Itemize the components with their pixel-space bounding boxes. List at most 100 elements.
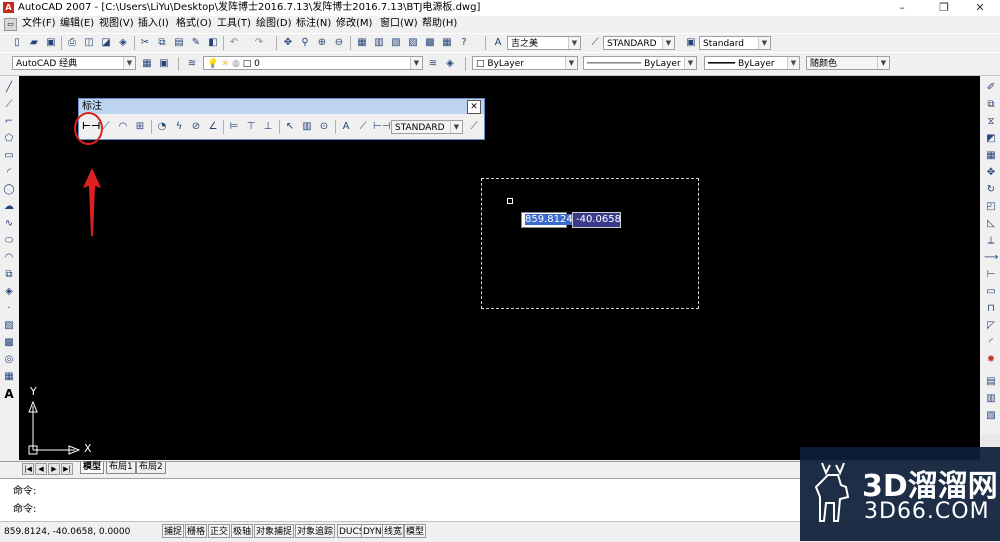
dimension-style-select[interactable]: STANDARD ▼ (391, 120, 463, 134)
polygon-icon[interactable]: ⬠ (2, 132, 16, 146)
menu-window[interactable]: 窗口(W) (380, 17, 418, 31)
save-icon[interactable]: ▣ (44, 36, 58, 50)
first-tab-button[interactable]: |◀ (22, 463, 34, 475)
rectangle-icon[interactable]: ▭ (2, 149, 16, 163)
layer-combo[interactable]: 💡 ☼ ◍ □ 0 ▼ (203, 56, 423, 70)
ordinate-icon[interactable]: ⊞ (133, 120, 147, 134)
tab-layout1[interactable]: 布局1 (106, 462, 136, 474)
arc-icon[interactable]: ◜ (2, 166, 16, 180)
join-icon[interactable]: ⊓ (984, 302, 998, 316)
region-icon[interactable]: ◎ (2, 353, 16, 367)
dimension-edit-icon[interactable]: A (339, 120, 353, 134)
workspace-combo[interactable]: AutoCAD 经典 ▼ (12, 56, 136, 70)
new-icon[interactable]: ▯ (10, 36, 24, 50)
preview-icon[interactable]: ◫ (82, 36, 96, 50)
center-mark-icon[interactable]: ⊙ (317, 120, 331, 134)
coordinate-display[interactable]: 859.8124, -40.0658, 0.0000 (4, 525, 130, 539)
dimension-toolbar-close-button[interactable]: ✕ (467, 100, 481, 114)
continue-icon[interactable]: ⊥ (261, 120, 275, 134)
lineweight-button[interactable]: 线宽 (382, 524, 405, 538)
dimension-text-edit-icon[interactable]: ⟋ (356, 120, 370, 134)
publish-icon[interactable]: ◪ (99, 36, 113, 50)
tool-palettes-icon[interactable]: ▧ (389, 36, 403, 50)
sheet-set-icon[interactable]: ▨ (406, 36, 420, 50)
open-icon[interactable]: ▰ (27, 36, 41, 50)
circle-icon[interactable]: ◯ (2, 183, 16, 197)
polyline-icon[interactable]: ⌐ (2, 115, 16, 129)
make-block-icon[interactable]: ◈ (2, 285, 16, 299)
point-icon[interactable]: · (2, 302, 16, 316)
menu-file[interactable]: 文件(F) (22, 17, 56, 31)
plotstyle-combo[interactable]: 随颜色 ▼ (806, 56, 890, 70)
properties-icon[interactable]: ▦ (355, 36, 369, 50)
dimension-toolbar-header[interactable]: 标注 ✕ (79, 99, 484, 114)
dimension-update-icon[interactable]: ⊢⊣ (373, 120, 390, 134)
menu-tools[interactable]: 工具(T) (217, 17, 251, 31)
baseline-icon[interactable]: ⊤ (244, 120, 258, 134)
workspace-settings-icon[interactable]: ▦ (140, 57, 154, 71)
design-center-icon[interactable]: ▥ (372, 36, 386, 50)
dyn-button[interactable]: DYN (361, 524, 384, 538)
draw-order-icon[interactable]: ▤ (984, 375, 998, 389)
osnap-button[interactable]: 对象捕捉 (254, 524, 295, 538)
polar-button[interactable]: 极轴 (231, 524, 254, 538)
break-at-point-icon[interactable]: ⊢ (984, 268, 998, 282)
menu-view[interactable]: 视图(V) (99, 17, 134, 31)
model-button[interactable]: 模型 (404, 524, 427, 538)
arc-length-icon[interactable]: ◠ (116, 120, 130, 134)
text-style-icon[interactable]: A (491, 36, 505, 50)
menu-insert[interactable]: 插入(I) (138, 17, 169, 31)
redo-icon[interactable]: ↷ (252, 36, 266, 50)
menu-draw[interactable]: 绘图(D) (256, 17, 292, 31)
dynamic-input-x[interactable]: 859.8124 (521, 212, 573, 228)
linetype-combo[interactable]: ────────── ByLayer ▼ (583, 56, 697, 70)
3d-dwf-icon[interactable]: ◈ (116, 36, 130, 50)
table-icon[interactable]: ▦ (2, 370, 16, 384)
explode-icon[interactable]: ✸ (984, 353, 998, 367)
markup-icon[interactable]: ▩ (423, 36, 437, 50)
calculator-icon[interactable]: ▦ (440, 36, 454, 50)
lineweight-combo[interactable]: ━━━━━ ByLayer ▼ (704, 56, 800, 70)
otrack-button[interactable]: 对象追踪 (295, 524, 336, 538)
menu-edit[interactable]: 编辑(E) (60, 17, 94, 31)
block-editor-icon[interactable]: ◧ (206, 36, 220, 50)
scale-icon[interactable]: ◰ (984, 200, 998, 214)
workspace-save-icon[interactable]: ▣ (157, 57, 171, 71)
help-icon[interactable]: ? (457, 36, 471, 50)
tolerance-icon[interactable]: ▥ (300, 120, 314, 134)
menu-help[interactable]: 帮助(H) (422, 17, 457, 31)
menu-format[interactable]: 格式(O) (176, 17, 212, 31)
diameter-icon[interactable]: ⊘ (189, 120, 203, 134)
command-prompt-line[interactable]: 命令: (13, 503, 36, 516)
table-style-combo[interactable]: Standard ▼ (699, 36, 771, 50)
quick-dimension-icon[interactable]: ⊨ (227, 120, 241, 134)
revision-cloud-icon[interactable]: ☁ (2, 200, 16, 214)
quick-leader-icon[interactable]: ↖ (283, 120, 297, 134)
draw-order-back-icon[interactable]: ▧ (984, 409, 998, 423)
text-font-combo[interactable]: 吉之美 ▼ (507, 36, 581, 50)
color-combo[interactable]: □ ByLayer ▼ (472, 56, 578, 70)
spline-icon[interactable]: ∿ (2, 217, 16, 231)
table-style-icon[interactable]: ▣ (684, 36, 698, 50)
angular-icon[interactable]: ∠ (206, 120, 220, 134)
make-layer-current-icon[interactable]: ≋ (426, 57, 440, 71)
mirror-icon[interactable]: ⧖ (984, 115, 998, 129)
zoom-previous-icon[interactable]: ⊖ (332, 36, 346, 50)
draw-order-front-icon[interactable]: ▥ (984, 392, 998, 406)
grid-button[interactable]: 栅格 (185, 524, 208, 538)
copy-icon[interactable]: ⧉ (155, 36, 169, 50)
gradient-icon[interactable]: ▩ (2, 336, 16, 350)
array-icon[interactable]: ▦ (984, 149, 998, 163)
fillet-icon[interactable]: ◜ (984, 336, 998, 350)
close-button[interactable]: ✕ (966, 0, 994, 16)
last-tab-button[interactable]: ▶| (61, 463, 73, 475)
ellipse-arc-icon[interactable]: ◠ (2, 251, 16, 265)
trim-icon[interactable]: ⟂ (984, 234, 998, 248)
hatch-icon[interactable]: ▨ (2, 319, 16, 333)
dynamic-input-y[interactable]: -40.0658 (572, 212, 621, 228)
pan-icon[interactable]: ✥ (281, 36, 295, 50)
cut-icon[interactable]: ✂ (138, 36, 152, 50)
dimension-style-icon[interactable]: ⟋ (588, 36, 602, 50)
construction-line-icon[interactable]: ⟋ (2, 98, 16, 112)
minimize-button[interactable]: – (888, 0, 916, 16)
